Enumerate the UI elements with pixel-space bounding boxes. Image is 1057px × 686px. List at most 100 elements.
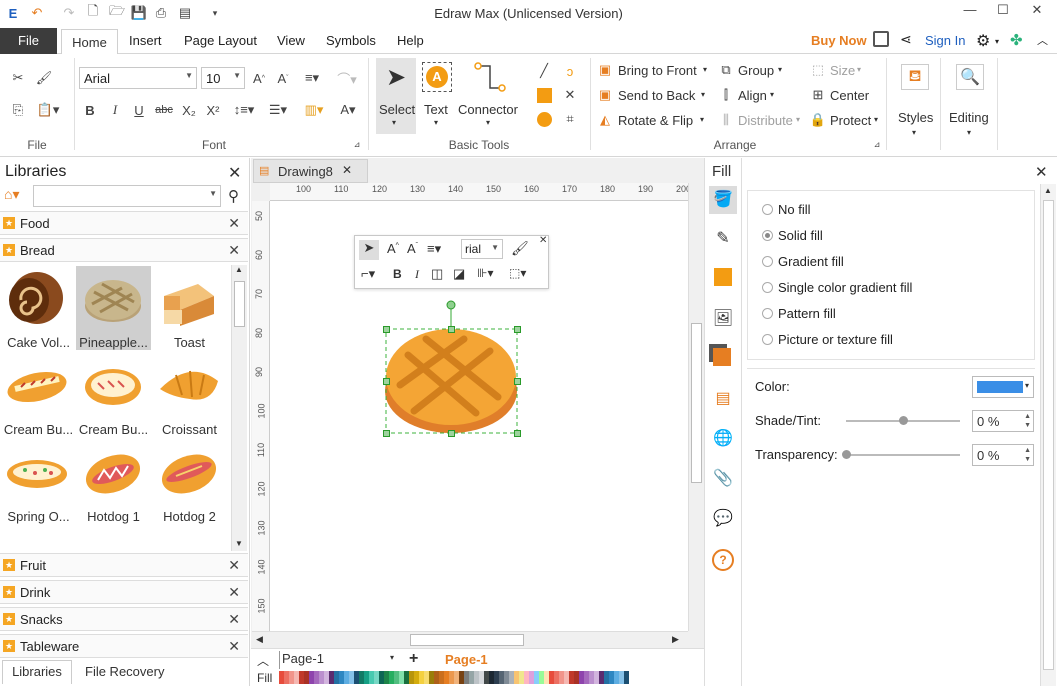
font-dialog-launcher-icon[interactable]: ⊿ [352, 138, 362, 150]
settings-gear-icon[interactable]: ⚙ [976, 31, 990, 51]
mini-toolbar-close-icon[interactable]: ✕ [539, 235, 547, 246]
bring-front-dropdown-icon[interactable]: ▾ [703, 65, 707, 74]
tab-home[interactable]: Home [61, 29, 118, 55]
group-button[interactable]: Group [738, 63, 774, 78]
close-icon[interactable]: ✕ [1022, 2, 1052, 22]
library-home-icon[interactable]: ⌂▾ [4, 186, 30, 206]
transparency-slider-knob[interactable] [842, 450, 851, 459]
hyperlink-globe-icon[interactable]: 🌐 [711, 428, 735, 452]
group-dropdown-icon[interactable]: ▾ [778, 65, 782, 74]
libraries-close-icon[interactable]: ✕ [228, 163, 241, 183]
rotate-dropdown-icon[interactable]: ▾ [700, 115, 704, 124]
minimize-icon[interactable]: — [955, 2, 985, 22]
shape-cream-bun-2[interactable]: Cream Bu... [76, 353, 151, 437]
select-pointer-icon[interactable]: ➤ [359, 240, 379, 260]
library-category-tableware[interactable]: ★ Tableware ✕ [0, 634, 248, 658]
bullets-icon[interactable]: ☰▾ [264, 101, 292, 119]
crop-tool-icon[interactable]: ⌗ [560, 110, 580, 128]
tab-symbols[interactable]: Symbols [326, 33, 376, 48]
text-align-icon[interactable]: ≡▾ [298, 69, 326, 87]
tab-libraries[interactable]: Libraries [2, 660, 72, 684]
arrange-dialog-launcher-icon[interactable]: ⊿ [872, 138, 882, 150]
radio-no-fill[interactable] [762, 204, 773, 215]
bold-icon[interactable]: B [393, 267, 402, 281]
color-picker[interactable]: ▾ [972, 376, 1034, 398]
send-to-back-button[interactable]: Send to Back [618, 88, 695, 103]
strikethrough-icon[interactable]: abc [155, 101, 173, 119]
connector-tool-button[interactable]: Connector ▾ [456, 58, 520, 134]
mini-font-select[interactable]: rial ▼ [461, 239, 503, 259]
layer-icon[interactable] [713, 348, 731, 366]
resize-handle[interactable] [383, 326, 390, 333]
shape-toast[interactable]: Toast [152, 266, 227, 350]
shrink-font-icon[interactable]: Aˇ [274, 69, 292, 87]
account-icon[interactable] [873, 31, 889, 47]
shape-croissant[interactable]: Croissant [152, 353, 227, 437]
page-select[interactable]: Page-1 ▾ [279, 651, 397, 669]
resize-handle[interactable] [448, 326, 455, 333]
font-size-select[interactable]: 10 ▼ [201, 67, 245, 89]
collapse-ribbon-icon[interactable]: ︿ [1037, 32, 1048, 48]
underline-icon[interactable]: U [131, 101, 147, 119]
italic-icon[interactable]: I [107, 101, 123, 119]
file-menu[interactable]: File [0, 28, 57, 54]
help-icon[interactable]: ? [712, 549, 734, 571]
connector-style-icon[interactable]: ⌐▾ [361, 266, 375, 282]
bring-to-front-button[interactable]: Bring to Front [618, 63, 697, 78]
page-bar-collapse-icon[interactable]: ︿ [257, 652, 269, 669]
fill-panel-close-icon[interactable]: ✕ [1035, 163, 1048, 181]
line-tool-icon[interactable]: ╱ [534, 62, 554, 80]
radio-picture-fill[interactable] [762, 334, 773, 345]
protect-button[interactable]: Protect [830, 113, 871, 128]
shrink-font-icon[interactable]: Aˇ [407, 241, 418, 256]
editing-button[interactable]: 🔍 Editing ▾ [946, 60, 994, 144]
shape-hotdog-1[interactable]: Hotdog 1 [76, 440, 151, 524]
maximize-icon[interactable]: ☐ [988, 2, 1018, 22]
fill-paint-icon[interactable]: 🪣 [709, 186, 737, 214]
scroll-up-icon[interactable]: ▲ [1044, 186, 1052, 195]
canvas-vscroll-thumb[interactable] [691, 323, 702, 483]
protect-dropdown-icon[interactable]: ▾ [874, 115, 878, 124]
arc-tool-icon[interactable]: ↄ [560, 62, 580, 80]
cross-tool-icon[interactable]: ✕ [560, 86, 580, 104]
library-category-bread[interactable]: ★ Bread ✕ [0, 238, 248, 262]
comment-icon[interactable]: 💬 [711, 508, 735, 532]
distribute-icon[interactable]: ⊪▾ [477, 266, 493, 280]
close-category-icon[interactable]: ✕ [228, 638, 240, 655]
line-spacing-icon[interactable]: ↕≡▾ [230, 101, 258, 119]
tab-view[interactable]: View [277, 33, 305, 48]
italic-icon[interactable]: I [415, 267, 419, 282]
add-page-icon[interactable]: + [409, 650, 418, 668]
rotate-flip-button[interactable]: Rotate & Flip [618, 113, 693, 128]
canvas-hscroll-thumb[interactable] [410, 634, 524, 646]
line-style-icon[interactable]: ✎ [711, 228, 735, 252]
library-category-food[interactable]: ★ Food ✕ [0, 211, 248, 235]
settings-dropdown-icon[interactable]: ▾ [995, 37, 999, 46]
center-button[interactable]: Center [830, 88, 869, 103]
distribute-button[interactable]: Distribute [738, 113, 793, 128]
resize-handle[interactable] [383, 378, 390, 385]
sign-in-link[interactable]: Sign In [925, 33, 965, 48]
format-brush-icon[interactable]: 🖌 [511, 240, 529, 257]
scroll-left-icon[interactable]: ◀ [256, 634, 263, 645]
grow-font-icon[interactable]: A^ [387, 241, 399, 256]
page-tab[interactable]: Page-1 [445, 652, 488, 667]
close-category-icon[interactable]: ✕ [228, 584, 240, 601]
document-tab[interactable]: ▤ Drawing8 ✕ [253, 159, 368, 183]
library-scroll-thumb[interactable] [234, 281, 245, 327]
styles-button[interactable]: ⛾ Styles ▾ [893, 60, 937, 144]
shape-hotdog-2[interactable]: Hotdog 2 [152, 440, 227, 524]
tab-insert[interactable]: Insert [129, 33, 162, 48]
transparency-slider-track[interactable] [842, 450, 960, 459]
superscript-icon[interactable]: X² [205, 101, 221, 119]
image-icon[interactable]: 🖼 [711, 308, 735, 332]
close-category-icon[interactable]: ✕ [228, 215, 240, 232]
align-dropdown-icon[interactable]: ▾ [770, 90, 774, 99]
color-swatches[interactable] [279, 671, 634, 684]
subscript-icon[interactable]: X₂ [181, 101, 197, 119]
rectangle-tool-icon[interactable] [534, 86, 554, 104]
shade-spinner[interactable]: 0 % ▲ ▼ [972, 410, 1034, 432]
bold-icon[interactable]: B [82, 101, 98, 119]
library-category-fruit[interactable]: ★ Fruit ✕ [0, 553, 248, 577]
pineapple-bun-shape[interactable] [380, 299, 530, 443]
